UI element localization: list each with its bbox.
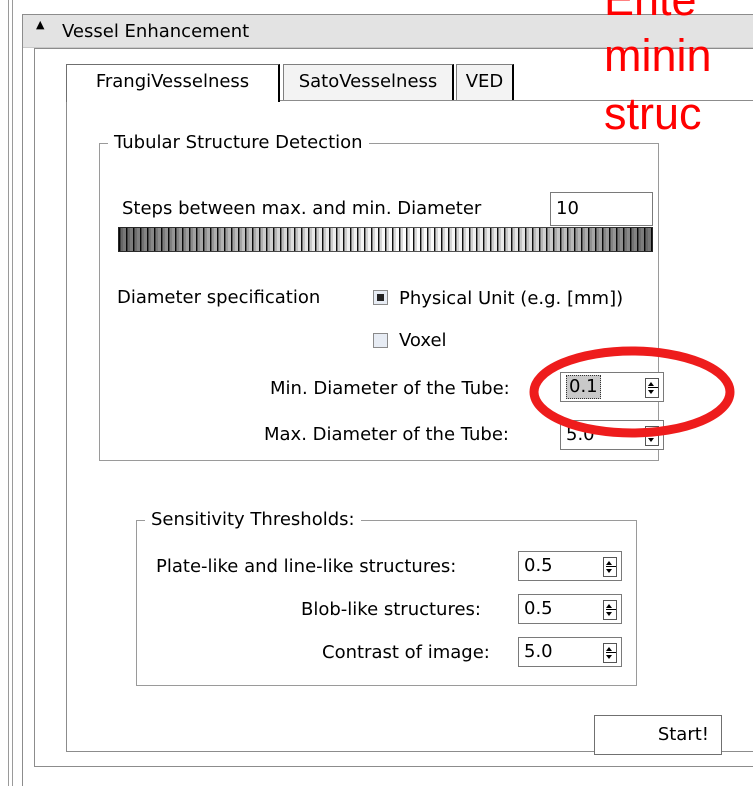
collapse-triangle-icon[interactable]: ▲ bbox=[36, 19, 44, 30]
contrast-spinbox[interactable]: 5.0 bbox=[518, 637, 622, 667]
contrast-value: 5.0 bbox=[524, 641, 553, 662]
steps-label: Steps between max. and min. Diameter bbox=[122, 198, 482, 219]
min-diameter-value: 0.1 bbox=[566, 375, 601, 399]
plate-line-spinbox[interactable]: 0.5 bbox=[518, 551, 622, 581]
spin-divider bbox=[648, 435, 658, 436]
tab-satovesselness[interactable]: SatoVesselness bbox=[283, 64, 454, 100]
voxel-label: Voxel bbox=[399, 330, 447, 351]
tab-ved[interactable]: VED bbox=[456, 64, 514, 100]
max-diameter-spinbox[interactable]: 5.0 bbox=[560, 420, 664, 450]
sensitivity-thresholds-legend: Sensitivity Thresholds: bbox=[145, 509, 361, 531]
physical-unit-checkbox[interactable] bbox=[373, 290, 388, 305]
spin-arrows-icon[interactable] bbox=[603, 600, 617, 620]
window-edge-line bbox=[8, 0, 9, 786]
panel-title: Vessel Enhancement bbox=[62, 21, 250, 42]
blob-like-spinbox[interactable]: 0.5 bbox=[518, 594, 622, 624]
diameter-spec-label: Diameter specification bbox=[117, 287, 321, 308]
spin-divider bbox=[606, 566, 616, 567]
annotation-text-line: Ente bbox=[604, 0, 697, 26]
plate-line-label: Plate-like and line-like structures: bbox=[156, 556, 457, 577]
tubular-structure-legend: Tubular Structure Detection bbox=[108, 132, 369, 154]
start-button[interactable]: Start! bbox=[594, 715, 722, 755]
spin-arrows-icon[interactable] bbox=[645, 378, 659, 398]
max-diameter-value: 5.0 bbox=[566, 424, 595, 445]
max-diameter-label: Max. Diameter of the Tube: bbox=[264, 424, 509, 445]
steps-input[interactable]: 10 bbox=[550, 192, 653, 226]
physical-unit-label: Physical Unit (e.g. [mm]) bbox=[399, 288, 624, 309]
window-edge-line bbox=[12, 0, 13, 786]
slider-shading bbox=[118, 227, 653, 252]
spin-arrows-icon[interactable] bbox=[603, 557, 617, 577]
tab-frangivesselness[interactable]: FrangiVesselness bbox=[66, 64, 280, 102]
contrast-label: Contrast of image: bbox=[322, 642, 490, 663]
plate-line-value: 0.5 bbox=[524, 555, 553, 576]
annotation-text-line: minin bbox=[604, 30, 712, 81]
voxel-checkbox[interactable] bbox=[373, 333, 388, 348]
spin-arrows-icon[interactable] bbox=[645, 426, 659, 446]
min-diameter-label: Min. Diameter of the Tube: bbox=[270, 378, 510, 399]
spin-arrows-icon[interactable] bbox=[603, 643, 617, 663]
blob-like-value: 0.5 bbox=[524, 598, 553, 619]
spin-divider bbox=[606, 609, 616, 610]
blob-like-label: Blob-like structures: bbox=[301, 599, 481, 620]
spin-divider bbox=[648, 387, 658, 388]
annotation-text-line: struc bbox=[604, 88, 702, 139]
min-diameter-spinbox[interactable]: 0.1 bbox=[560, 372, 664, 402]
spin-divider bbox=[606, 652, 616, 653]
